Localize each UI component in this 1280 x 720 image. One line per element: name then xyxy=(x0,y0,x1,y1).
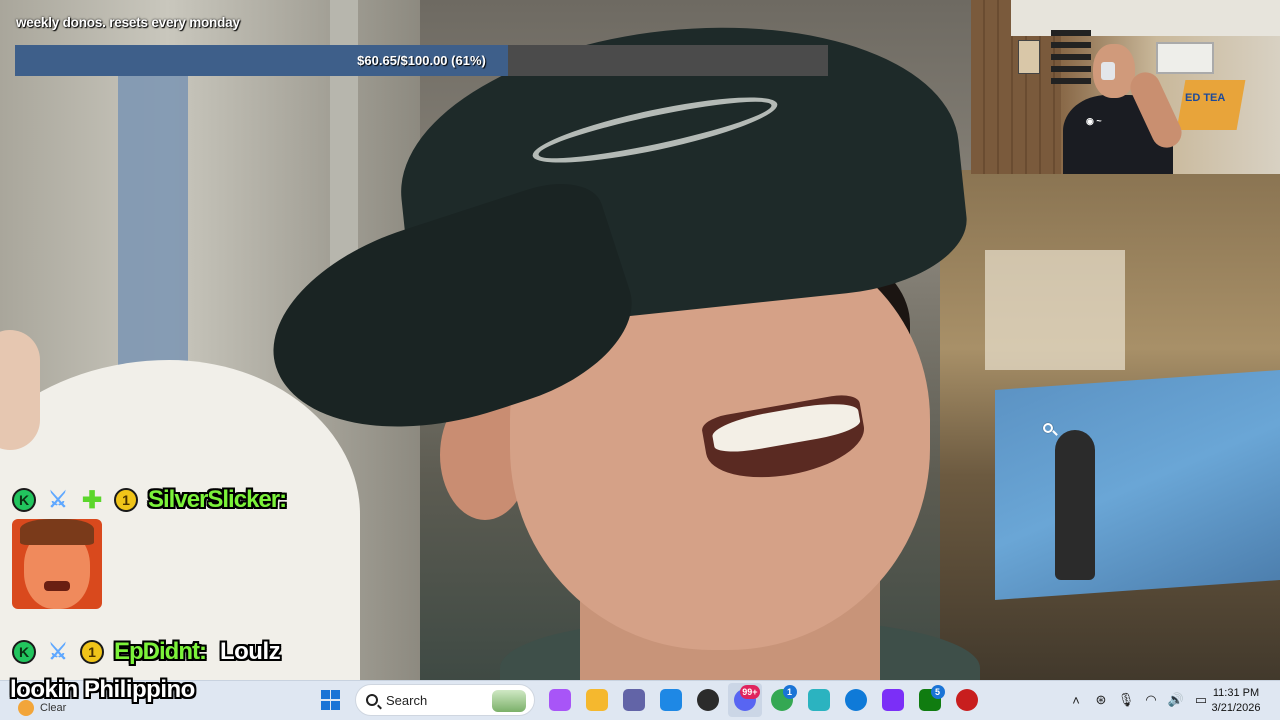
snipping-icon xyxy=(807,689,830,711)
chat-message-text: Loulz xyxy=(219,638,281,665)
clock-time: 11:31 PM xyxy=(1212,687,1260,699)
taskbar-app-button[interactable]: 1 xyxy=(765,683,799,717)
webcam-rack xyxy=(1051,30,1091,90)
background-poster xyxy=(995,370,1280,600)
taskbar-app-button[interactable] xyxy=(691,683,725,717)
photo-subject xyxy=(247,1,980,680)
network-status-icon[interactable]: ⊛ xyxy=(1089,683,1113,717)
taskbar-app-button[interactable]: 99+ xyxy=(727,683,762,717)
poster-figure xyxy=(1055,430,1095,580)
emote-hair xyxy=(20,519,94,545)
search-icon xyxy=(366,694,378,706)
search-label: Search xyxy=(386,692,428,708)
plus-badge-icon: ✚ xyxy=(81,486,103,514)
webcam-air-conditioner xyxy=(1156,42,1214,74)
chat-message-1: K ⚔ ✚ 1 SilverSlicker: xyxy=(12,486,287,514)
copilot-icon xyxy=(548,689,571,711)
taskbar-app-button[interactable]: 5 xyxy=(913,683,947,717)
donation-goal-bar: $60.65/$100.00 (61%) xyxy=(15,45,828,76)
volume-icon[interactable]: 🔊 xyxy=(1164,683,1188,717)
donation-goal-title: weekly donos. resets every monday xyxy=(16,15,240,30)
microphone-icon[interactable]: 🎙 xyxy=(1114,683,1138,717)
tray-chevron-icon[interactable]: ˄ xyxy=(1064,683,1088,717)
shirt-logo-icon: ◉ ~ xyxy=(1086,116,1102,126)
taskbar-clock[interactable]: 11:31 PM 3/21/2026 xyxy=(1206,686,1266,716)
taskbar-search[interactable]: Search xyxy=(355,684,535,716)
crying-face-emote xyxy=(12,519,102,609)
taskbar-app-button[interactable] xyxy=(543,683,577,717)
record-app-icon xyxy=(955,689,978,711)
k-badge-icon: K xyxy=(12,640,36,664)
taskbar-apps: Search 99+ 1 5 xyxy=(312,683,985,717)
taskbar-app-button[interactable] xyxy=(950,683,984,717)
chat-username: EpDidnt: xyxy=(114,638,207,665)
file-explorer-icon xyxy=(585,689,608,711)
notification-badge: 99+ xyxy=(740,685,760,699)
webcam-wall-poster xyxy=(1018,40,1040,74)
obs-icon xyxy=(696,689,719,711)
taskbar-app-button[interactable] xyxy=(654,683,688,717)
webcam-banner-text: ED TEA xyxy=(1185,92,1226,104)
sub-1-badge-icon: 1 xyxy=(114,488,138,512)
emote-mouth xyxy=(44,581,70,591)
windows-logo-icon xyxy=(320,690,341,710)
search-highlight-icon xyxy=(492,690,526,712)
sub-1-badge-icon: 1 xyxy=(80,640,104,664)
teams-icon xyxy=(622,689,645,711)
chat-username: SilverSlicker: xyxy=(148,486,287,513)
left-person-arm xyxy=(0,330,40,450)
system-tray: ˄ ⊛ 🎙 ◠ 🔊 ▭ xyxy=(1064,683,1214,717)
taskbar-app-button[interactable] xyxy=(802,683,836,717)
webcam-banner xyxy=(1176,80,1246,130)
sword-icon: ⚔ xyxy=(48,487,68,512)
background-window xyxy=(985,250,1125,370)
clock-date: 3/21/2026 xyxy=(1211,702,1261,714)
donation-goal-progress-text: $60.65/$100.00 (61%) xyxy=(357,53,486,68)
k-badge-icon: K xyxy=(12,488,36,512)
wifi-icon[interactable]: ◠ xyxy=(1139,683,1163,717)
drink-can xyxy=(1101,62,1115,80)
taskbar-app-button[interactable] xyxy=(617,683,651,717)
store-icon xyxy=(659,689,682,711)
taskbar-app-button[interactable] xyxy=(876,683,910,717)
chat-message-2: K ⚔ 1 EpDidnt: Loulz xyxy=(12,638,281,666)
chat-message-3-text: lookin Philippino xyxy=(10,676,195,703)
streaming-app-icon xyxy=(881,689,904,711)
taskbar-app-button[interactable] xyxy=(839,683,873,717)
webcam-feed: ED TEA ◉ ~ xyxy=(971,0,1280,174)
notification-badge: 5 xyxy=(930,685,945,699)
edge-icon xyxy=(844,689,867,711)
taskbar-app-button[interactable] xyxy=(580,683,614,717)
sword-icon: ⚔ xyxy=(48,639,68,664)
pinned-apps: 99+ 1 5 xyxy=(541,683,985,717)
notification-badge: 1 xyxy=(782,685,797,699)
mouse-cursor-icon xyxy=(1043,423,1053,433)
start-button[interactable] xyxy=(314,683,348,717)
